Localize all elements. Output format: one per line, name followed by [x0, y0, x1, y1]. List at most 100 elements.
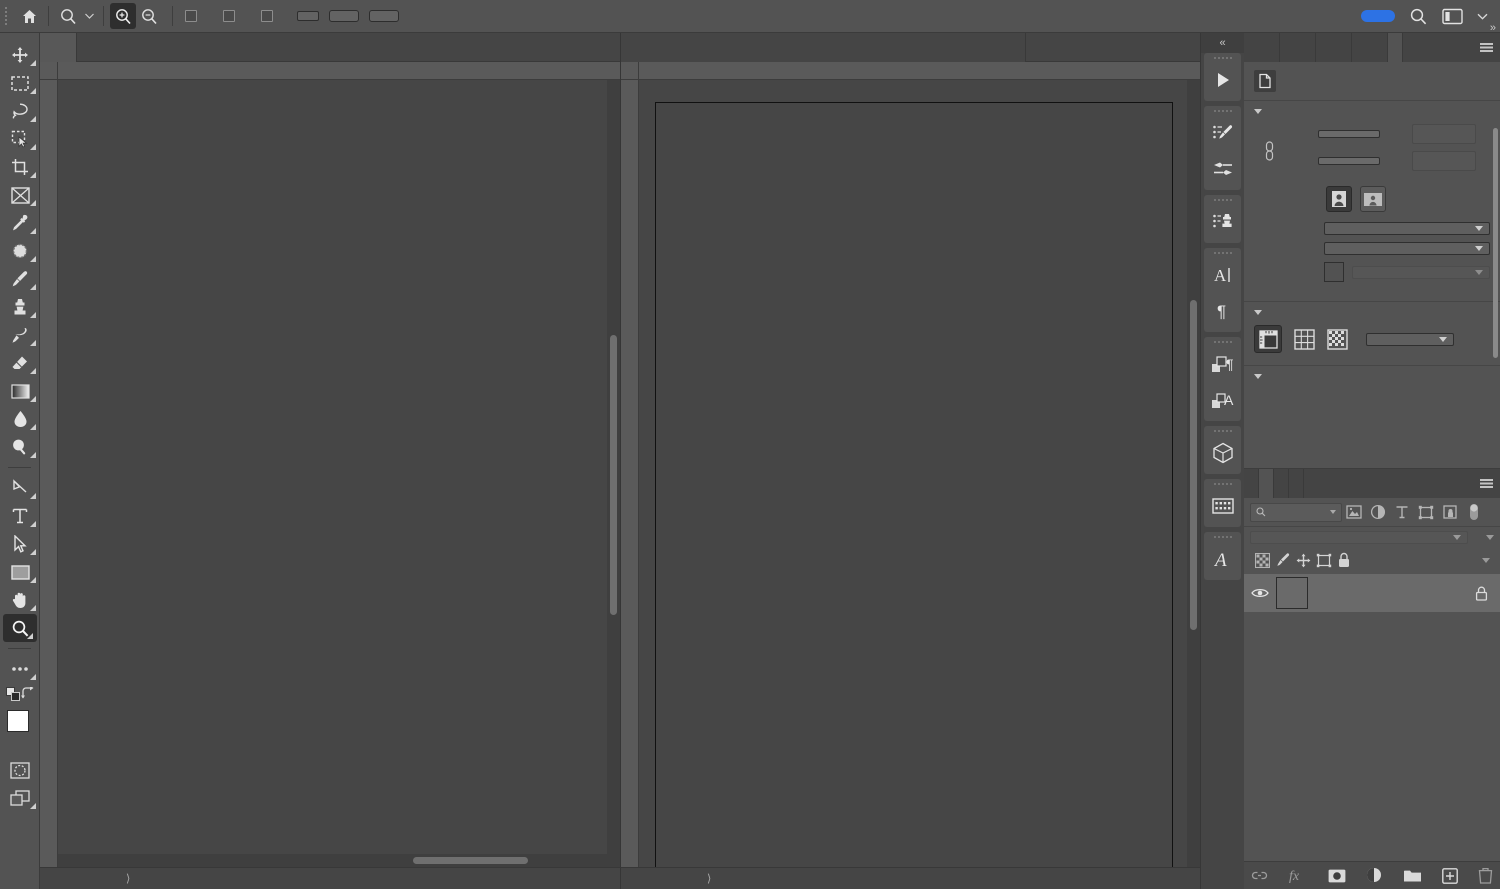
zoom-tool-icon[interactable]: [55, 3, 81, 29]
workspace-icon[interactable]: [1442, 8, 1463, 25]
search-icon[interactable]: [1409, 7, 1428, 26]
move-tool[interactable]: [0, 41, 40, 69]
new-fill-adjustment-layer-icon[interactable]: [1366, 867, 1383, 884]
swap-colors-icon[interactable]: [21, 687, 35, 702]
expand-panels-icon[interactable]: »: [1490, 22, 1496, 34]
horizontal-ruler-after[interactable]: [639, 62, 1200, 80]
portrait-orientation-icon[interactable]: [1326, 186, 1352, 212]
zoom-percentage-button[interactable]: [297, 11, 319, 21]
tab-adjustments[interactable]: [1352, 33, 1388, 62]
fill-type-select[interactable]: [1352, 266, 1490, 279]
lock-position-icon[interactable]: [1296, 553, 1311, 568]
filter-smart-object-icon[interactable]: [1438, 502, 1462, 522]
tab-histogram[interactable]: [1280, 33, 1316, 62]
layer-thumbnail[interactable]: [1276, 577, 1308, 609]
rail-grip[interactable]: [1204, 106, 1241, 115]
dodge-icon[interactable]: [0, 433, 40, 461]
transparency-grid-icon[interactable]: [1327, 329, 1348, 350]
ruler-units-select[interactable]: [1366, 333, 1454, 346]
ruler-corner[interactable]: [40, 62, 58, 80]
home-icon[interactable]: [16, 3, 42, 29]
default-colors-icon[interactable]: [6, 687, 21, 702]
lasso-icon[interactable]: [0, 97, 40, 125]
landscape-orientation-icon[interactable]: [1360, 186, 1386, 212]
opacity-chevron-down-icon[interactable]: [1486, 535, 1494, 540]
canvas-before[interactable]: [58, 80, 620, 867]
3d-cube-icon[interactable]: [1204, 435, 1241, 471]
delete-layer-icon[interactable]: [1478, 867, 1493, 884]
healing-brush-icon[interactable]: [0, 237, 40, 265]
panel-menu-icon[interactable]: [1472, 469, 1500, 498]
zoom-out-icon[interactable]: [136, 3, 162, 29]
grid-icon[interactable]: [1294, 329, 1315, 350]
paragraph-styles-icon[interactable]: ¶: [1204, 346, 1241, 382]
options-bar-grip[interactable]: [0, 0, 12, 33]
document-tab-before[interactable]: [40, 33, 77, 62]
table-row[interactable]: [1244, 574, 1500, 612]
fill-color-swatch[interactable]: [1324, 262, 1344, 282]
document-tab-after[interactable]: [621, 33, 1026, 62]
magnifier-icon[interactable]: [3, 614, 37, 642]
tab-paths[interactable]: [1289, 469, 1304, 498]
crop-icon[interactable]: [0, 153, 40, 181]
status-expand-icon[interactable]: ⟩: [701, 872, 717, 885]
filter-shape-icon[interactable]: [1414, 502, 1438, 522]
gradient-icon[interactable]: [0, 377, 40, 405]
character-icon[interactable]: A: [1204, 257, 1241, 293]
canvas-after[interactable]: [639, 80, 1200, 867]
ellipsis-icon[interactable]: [0, 655, 40, 683]
scrubby-zoom-checkbox[interactable]: [261, 10, 273, 22]
fit-screen-button[interactable]: [329, 10, 359, 22]
hand-icon[interactable]: [0, 586, 40, 614]
canvas-x-input[interactable]: [1412, 124, 1476, 144]
horizontal-scrollbar-before[interactable]: [58, 854, 607, 867]
layer-locked-icon[interactable]: [1475, 586, 1488, 601]
rulers-grids-section-header[interactable]: [1254, 310, 1490, 315]
play-action-icon[interactable]: [1204, 62, 1241, 98]
layer-filter-kind-select[interactable]: [1250, 503, 1342, 522]
horizontal-ruler-before[interactable]: [58, 62, 620, 80]
image-peace-lily-before[interactable]: [78, 80, 620, 867]
lock-all-icon[interactable]: [1337, 552, 1351, 568]
canvas-y-input[interactable]: [1412, 151, 1476, 171]
layer-visibility-icon[interactable]: [1244, 587, 1276, 599]
layer-style-fx-icon[interactable]: fx: [1288, 868, 1308, 883]
tab-channels[interactable]: [1274, 469, 1289, 498]
clone-stamp-icon[interactable]: [0, 293, 40, 321]
new-group-icon[interactable]: [1403, 868, 1422, 883]
rail-grip[interactable]: [1204, 53, 1241, 62]
rail-grip[interactable]: [1204, 195, 1241, 204]
guides-section-header[interactable]: [1254, 374, 1490, 379]
history-brush-icon[interactable]: [0, 321, 40, 349]
rail-grip[interactable]: [1204, 337, 1241, 346]
tab-properties[interactable]: [1388, 33, 1403, 62]
link-layers-icon[interactable]: [1251, 869, 1268, 882]
glyphs-icon[interactable]: A: [1204, 541, 1241, 577]
tab-libraries[interactable]: [1244, 33, 1280, 62]
rulers-icon[interactable]: [1254, 325, 1282, 353]
resize-windows-to-fit-checkbox[interactable]: [185, 10, 197, 22]
character-styles-icon[interactable]: A: [1204, 382, 1241, 418]
share-button[interactable]: [1361, 10, 1395, 22]
vertical-ruler-after[interactable]: [621, 62, 639, 889]
color-mode-select[interactable]: [1324, 222, 1490, 235]
tab-layers[interactable]: [1259, 469, 1274, 498]
blur-drop-icon[interactable]: [0, 405, 40, 433]
clone-source-presets-icon[interactable]: [1204, 204, 1241, 240]
blend-mode-select[interactable]: [1250, 531, 1468, 544]
filter-type-icon[interactable]: [1390, 502, 1414, 522]
timeline-icon[interactable]: [1204, 488, 1241, 524]
paragraph-icon[interactable]: ¶: [1204, 293, 1241, 329]
eyedropper-icon[interactable]: [0, 209, 40, 237]
marquee-icon[interactable]: [0, 69, 40, 97]
tab-navigator[interactable]: [1316, 33, 1352, 62]
new-layer-icon[interactable]: [1442, 868, 1458, 884]
foreground-color-swatch[interactable]: [7, 710, 29, 732]
filter-pixel-icon[interactable]: [1342, 502, 1366, 522]
rail-grip[interactable]: [1204, 479, 1241, 488]
eraser-icon[interactable]: [0, 349, 40, 377]
frame-icon[interactable]: [0, 181, 40, 209]
brush-icon[interactable]: [0, 265, 40, 293]
adjustment-brush-presets-icon[interactable]: [1204, 115, 1241, 151]
tab-history[interactable]: [1244, 469, 1259, 498]
